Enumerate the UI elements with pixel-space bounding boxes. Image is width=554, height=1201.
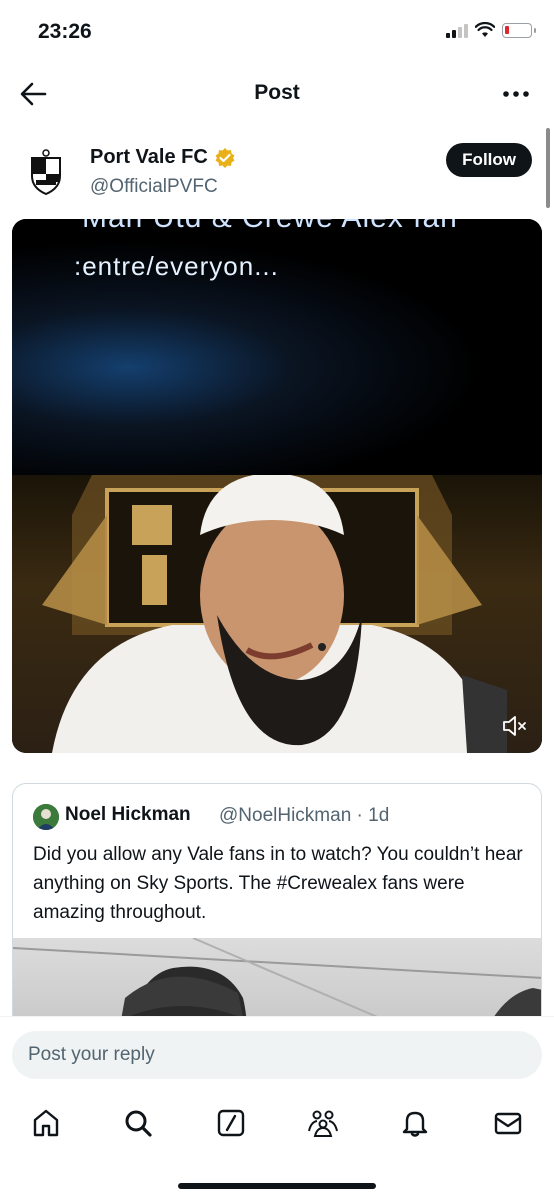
nav-messages[interactable] (488, 1103, 528, 1143)
video-frame (12, 473, 542, 753)
communities-icon (308, 1110, 339, 1137)
quoted-avatar-icon (33, 804, 59, 830)
bottom-nav (0, 1103, 554, 1143)
scrollbar[interactable] (546, 128, 550, 208)
wifi-icon (475, 22, 495, 37)
reply-input[interactable] (12, 1031, 542, 1079)
status-time: 23:26 (38, 20, 92, 43)
video-caption-area: Man Utd & Crewe Alex fan :entre/everyon.… (12, 219, 542, 475)
battery-icon (502, 22, 536, 38)
quoted-author-handle: @NoelHickman (219, 805, 352, 826)
avatar[interactable] (20, 146, 72, 198)
author-name[interactable]: Port Vale FC (90, 146, 236, 169)
search-icon (125, 1110, 153, 1137)
author-name-text: Port Vale FC (90, 146, 208, 168)
verified-badge-icon (215, 147, 235, 168)
home-indicator[interactable] (178, 1183, 376, 1189)
page-title: Post (254, 81, 300, 104)
video-caption-top: Man Utd & Crewe Alex fan (82, 219, 458, 235)
status-icons (446, 22, 536, 38)
quoted-author-meta: @NoelHickman · 1d (219, 805, 389, 827)
post-video[interactable]: Man Utd & Crewe Alex fan :entre/everyon.… (12, 219, 542, 753)
signal-icon (446, 22, 468, 38)
mute-icon[interactable] (500, 713, 530, 739)
home-icon (33, 1109, 59, 1137)
separator-dot: · (351, 805, 369, 826)
quoted-author-name: Noel Hickman (65, 804, 191, 825)
nav-notifications[interactable] (395, 1103, 435, 1143)
club-crest-icon (31, 149, 61, 196)
nav-communities[interactable] (303, 1103, 343, 1143)
bell-icon (403, 1111, 428, 1137)
mail-icon (494, 1112, 521, 1135)
bottom-bar (0, 1016, 554, 1201)
more-options-icon[interactable] (500, 82, 532, 106)
quoted-avatar (33, 804, 59, 830)
follow-button[interactable]: Follow (446, 143, 532, 177)
video-person-image (42, 473, 507, 753)
nav-home[interactable] (26, 1103, 66, 1143)
author-handle[interactable]: @OfficialPVFC (90, 176, 218, 198)
quoted-time: 1d (368, 805, 390, 826)
quoted-text: Did you allow any Vale fans in to watch?… (33, 844, 523, 923)
nav-grok[interactable] (211, 1103, 251, 1143)
nav-search[interactable] (118, 1103, 158, 1143)
video-caption: :entre/everyon... (74, 251, 279, 281)
grok-icon (217, 1109, 245, 1137)
